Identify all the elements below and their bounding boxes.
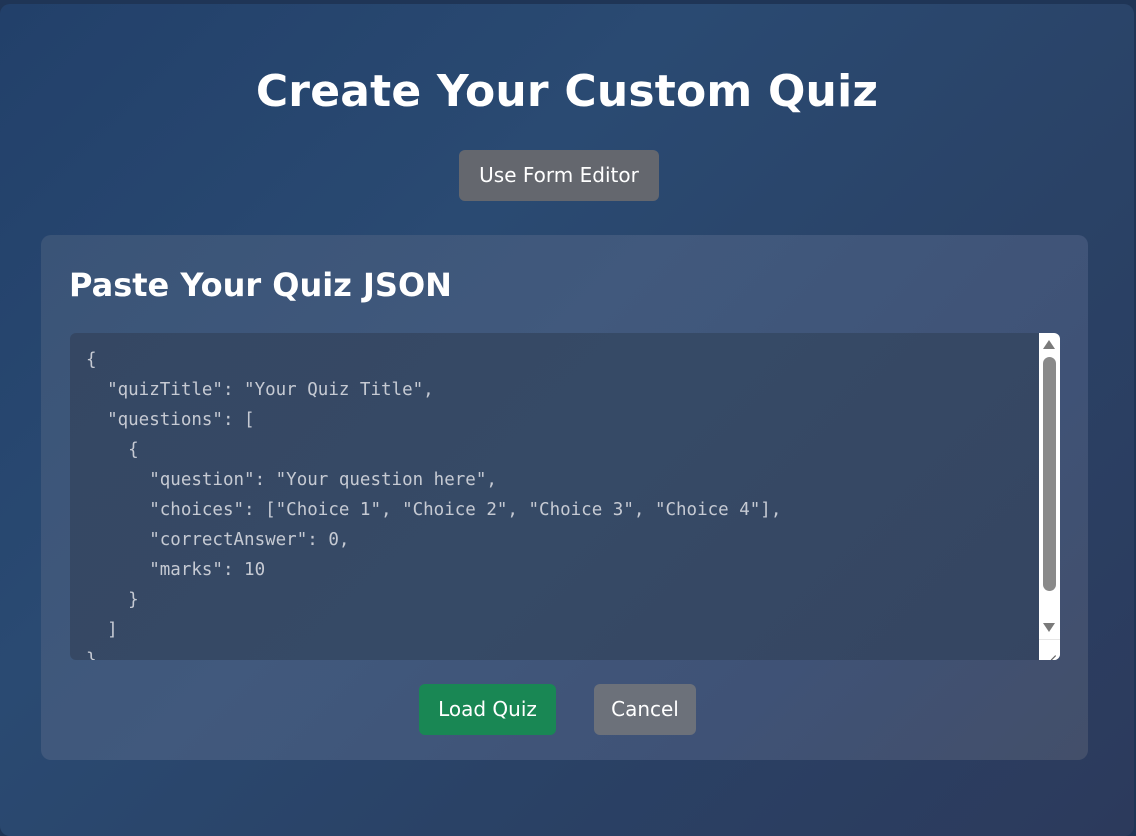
app-frame: Create Your Custom Quiz Use Form Editor … — [0, 4, 1134, 836]
scroll-up-icon[interactable] — [1043, 340, 1055, 349]
resize-grip-icon[interactable] — [1039, 639, 1060, 660]
json-panel: Paste Your Quiz JSON { "quizTitle": "You… — [41, 235, 1088, 760]
quiz-json-content[interactable]: { "quizTitle": "Your Quiz Title", "quest… — [86, 345, 781, 660]
vertical-scrollbar[interactable] — [1039, 333, 1060, 660]
load-quiz-button[interactable]: Load Quiz — [419, 684, 556, 735]
use-form-editor-button[interactable]: Use Form Editor — [459, 150, 659, 201]
quiz-json-textarea[interactable]: { "quizTitle": "Your Quiz Title", "quest… — [70, 333, 1060, 660]
page-title: Create Your Custom Quiz — [255, 66, 879, 117]
json-panel-title: Paste Your Quiz JSON — [69, 266, 452, 304]
scroll-down-icon[interactable] — [1043, 623, 1055, 632]
scroll-thumb[interactable] — [1043, 357, 1056, 591]
cancel-button[interactable]: Cancel — [594, 684, 696, 735]
